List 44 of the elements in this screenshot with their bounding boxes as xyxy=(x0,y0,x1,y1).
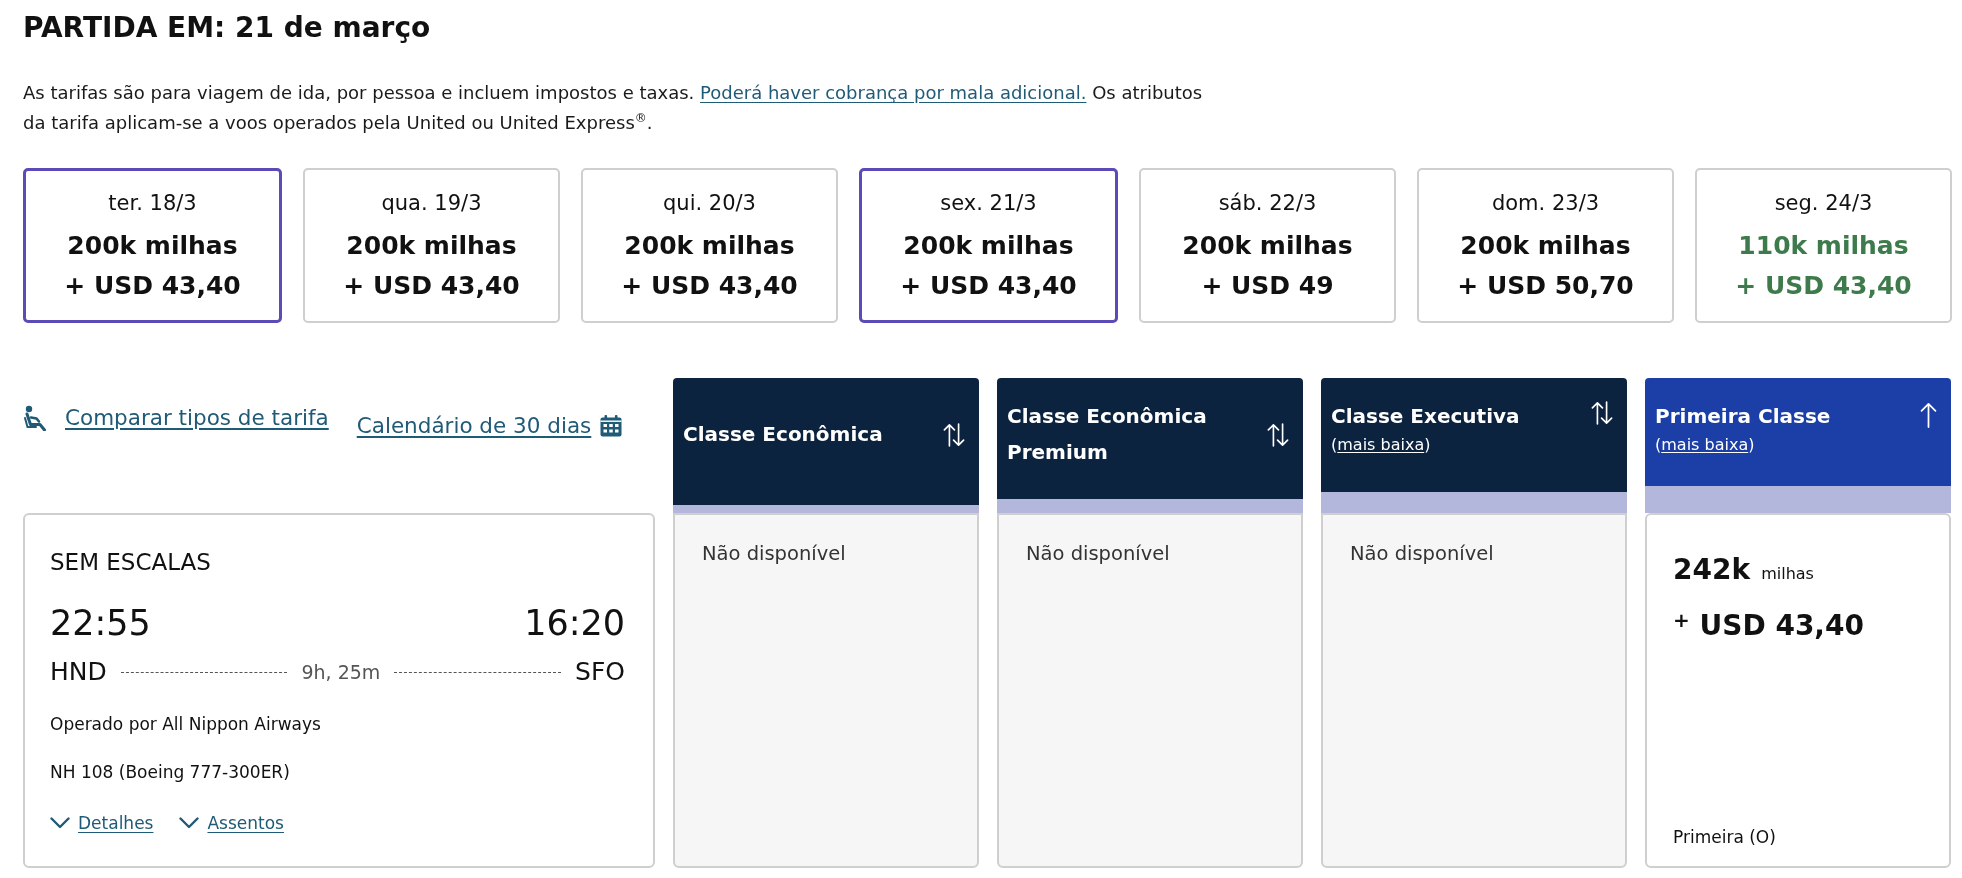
date-fare-card[interactable]: qua. 19/3 200k milhas + USD 43,40 xyxy=(303,168,560,323)
destination-airport: SFO xyxy=(575,656,625,688)
lowest-fare-note: (mais baixa) xyxy=(1331,434,1432,456)
page-title: PARTIDA EM: 21 de março xyxy=(23,10,432,46)
fare-class: Primeira (O) xyxy=(1673,826,1776,849)
fare-miles: 242k milhas xyxy=(1673,552,1814,588)
fare-price: $^{+}$ USD 43,40 xyxy=(1673,607,1864,644)
arrow-up-icon[interactable] xyxy=(1920,402,1937,428)
30-day-calendar-link[interactable]: Calendário de 30 dias xyxy=(356,411,623,441)
departure-time: 22:55 xyxy=(50,602,151,645)
baggage-fee-link[interactable]: Poderá haver cobrança por mala adicional. xyxy=(700,82,1087,103)
date-fare-card[interactable]: seg. 24/3 110k milhas + USD 43,40 xyxy=(1695,168,1952,323)
sort-arrows-icon[interactable] xyxy=(943,422,965,448)
arrival-time: 16:20 xyxy=(524,602,625,645)
flight-duration: 9h, 25m xyxy=(301,660,381,685)
column-title: Classe Econômica xyxy=(683,421,883,448)
calendar-icon xyxy=(600,415,623,437)
date-fare-card[interactable]: sex. 21/3 200k milhas + USD 43,40 xyxy=(859,168,1118,323)
unavailable-text: Não disponível xyxy=(1026,542,1170,565)
fare-note: As tarifas são para viagem de ida, por pessoa e incluem impostos e taxas. Poderá haver cobrança por mala adicional. Os atributos da tarifa aplicam-se a voos operados pela United ou United Express$^{®}$. xyxy=(23,81,1204,135)
sort-arrows-icon[interactable] xyxy=(1267,422,1289,448)
date-fare-card[interactable]: qui. 20/3 200k milhas + USD 43,40 xyxy=(581,168,838,323)
flight-number-text: NH 108 (Boeing 777-300ER) xyxy=(50,761,291,784)
lowest-fare-link[interactable]: mais baixa xyxy=(1337,435,1425,454)
lowest-fare-note: (mais baixa) xyxy=(1655,434,1756,456)
column-title: Primeira Classe xyxy=(1655,403,1831,430)
fare-option-card[interactable]: 242k milhas $^{+}$ USD 43,40 Primeira (O) xyxy=(1645,513,1951,868)
date-fare-card[interactable]: ter. 18/3 200k milhas + USD 43,40 xyxy=(23,168,282,323)
unavailable-text: Não disponível xyxy=(702,542,846,565)
chevron-down-icon xyxy=(50,817,70,829)
expand-link[interactable]: Assentos xyxy=(179,810,284,836)
lowest-fare-link[interactable]: mais baixa xyxy=(1661,435,1749,454)
date-fare-card[interactable]: sáb. 22/3 200k milhas + USD 49 xyxy=(1139,168,1396,323)
sort-arrows-icon[interactable] xyxy=(1591,400,1613,426)
date-fare-card[interactable]: dom. 23/3 200k milhas + USD 50,70 xyxy=(1417,168,1674,323)
operator-text: Operado por All Nippon Airways xyxy=(50,713,322,736)
compare-fare-types-link[interactable]: Comparar tipos de tarifa xyxy=(23,403,329,433)
unavailable-text: Não disponível xyxy=(1350,542,1494,565)
column-title: Classe Executiva xyxy=(1331,403,1520,430)
column-title: Classe Econômica Premium xyxy=(1007,403,1208,466)
chevron-down-icon xyxy=(179,817,200,829)
expand-link[interactable]: Detalhes xyxy=(50,810,154,836)
origin-airport: HND xyxy=(50,656,107,688)
stops-label: SEM ESCALAS xyxy=(50,548,212,577)
